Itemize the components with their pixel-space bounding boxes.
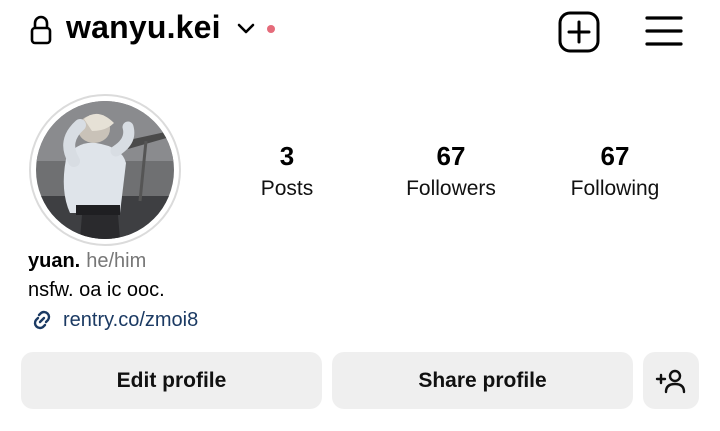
share-profile-button[interactable]: Share profile: [332, 352, 633, 409]
followers-count: 67: [436, 141, 466, 171]
followers-label: Followers: [406, 177, 496, 200]
posts-count: 3: [279, 141, 295, 171]
bio-text: nsfw. oa ic ooc.: [28, 279, 165, 301]
chevron-down-icon[interactable]: [236, 22, 256, 36]
notification-dot: [267, 25, 275, 33]
display-name: yuan.: [28, 250, 81, 272]
account-username[interactable]: wanyu.kei: [66, 9, 221, 46]
following-label: Following: [570, 177, 660, 200]
avatar[interactable]: [36, 101, 174, 239]
lock-icon: [30, 15, 52, 45]
posts-label: Posts: [260, 177, 314, 200]
link-text[interactable]: rentry.co/zmoi8: [63, 307, 198, 333]
stat-followers[interactable]: 67 Followers: [381, 140, 521, 204]
name-line: yuan. he/him: [28, 248, 146, 274]
edit-profile-button[interactable]: Edit profile: [21, 352, 322, 409]
pronouns: he/him: [86, 250, 147, 272]
link-icon: [33, 310, 51, 330]
add-post-icon[interactable]: [558, 11, 600, 53]
following-count: 67: [600, 141, 630, 171]
stat-posts[interactable]: 3 Posts: [217, 140, 357, 204]
menu-icon[interactable]: [645, 14, 683, 48]
top-bar: wanyu.kei: [0, 0, 720, 62]
add-person-icon: [655, 369, 686, 394]
add-person-button[interactable]: [643, 352, 699, 409]
stat-following[interactable]: 67 Following: [545, 140, 685, 204]
